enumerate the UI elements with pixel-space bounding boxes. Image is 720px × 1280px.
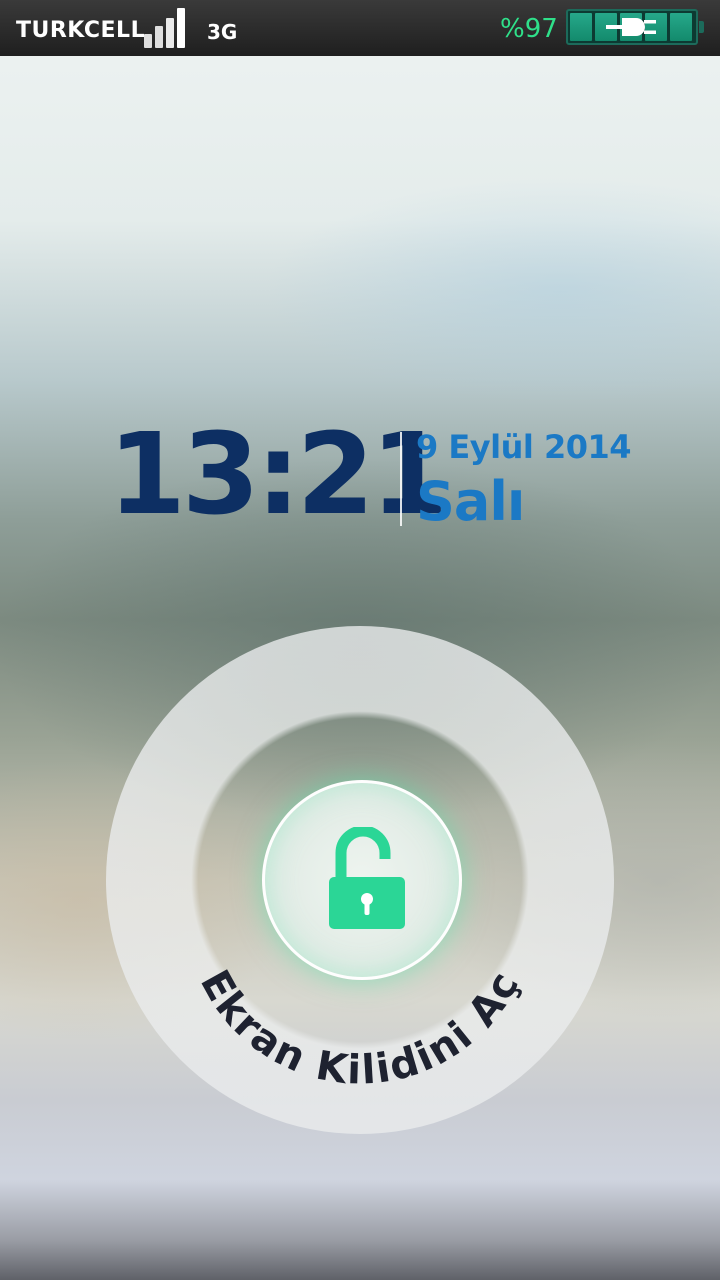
unlocked-padlock-icon — [329, 827, 405, 929]
svg-text:Ekran Kilidini Aç: Ekran Kilidini Aç — [191, 963, 529, 1094]
unlock-button[interactable] — [262, 780, 462, 980]
status-bar: TURKCELL 3G %97 — [0, 0, 720, 56]
network-type: 3G — [207, 20, 238, 44]
unlock-label: Ekran Kilidini Aç — [191, 963, 527, 1094]
signal-strength-icon — [144, 6, 190, 48]
lock-screen-clock: 13:21 — [108, 410, 449, 540]
clock-date-divider — [400, 432, 402, 526]
battery-charging-icon — [566, 9, 704, 45]
lock-screen-weekday: Salı — [416, 470, 525, 533]
carrier-name: TURKCELL — [16, 18, 146, 43]
lock-screen-date: 9 Eylül 2014 — [416, 428, 632, 466]
battery-percentage: %97 — [500, 14, 558, 44]
plug-icon — [606, 18, 656, 36]
